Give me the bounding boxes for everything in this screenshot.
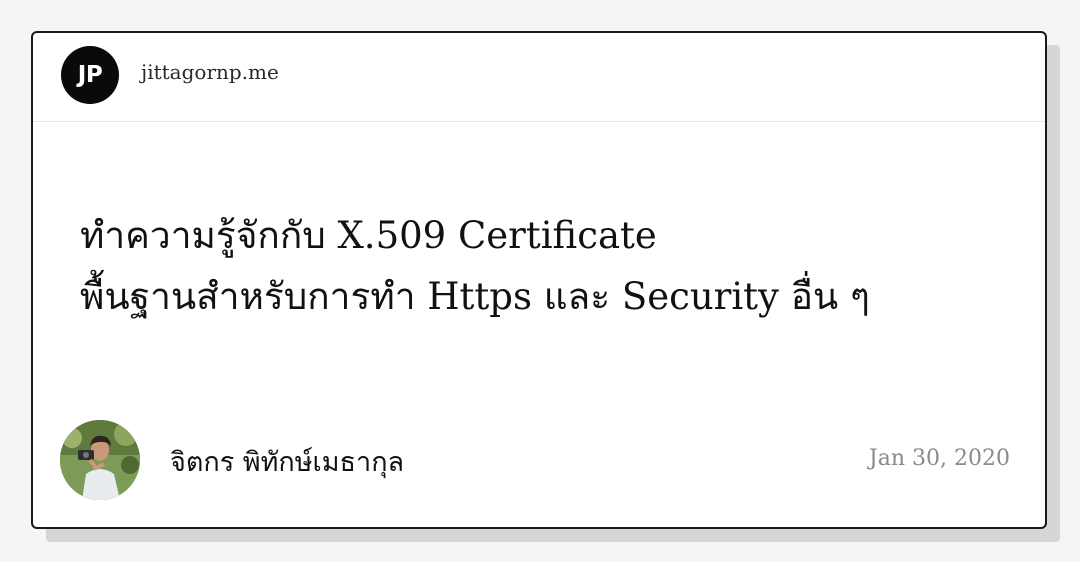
site-domain[interactable]: jittagornp.me xyxy=(141,60,279,84)
author-avatar[interactable] xyxy=(60,420,140,500)
article-preview-card[interactable]: JP jittagornp.me ทำความรู้จักกับ X.509 C… xyxy=(31,31,1047,529)
site-logo[interactable]: JP xyxy=(61,46,119,104)
article-title-line-2: พื้นฐานสำหรับการทำ Https และ Security อื… xyxy=(80,275,870,318)
article-title[interactable]: ทำความรู้จักกับ X.509 Certificate พื้นฐา… xyxy=(80,205,1010,327)
card-header: JP jittagornp.me xyxy=(33,33,1045,122)
article-title-line-1: ทำความรู้จักกับ X.509 Certificate xyxy=(80,214,657,257)
publish-date: Jan 30, 2020 xyxy=(868,446,1010,471)
author-name[interactable]: จิตกร พิทักษ์เมธากุล xyxy=(170,440,404,483)
avatar-photo xyxy=(60,420,140,500)
